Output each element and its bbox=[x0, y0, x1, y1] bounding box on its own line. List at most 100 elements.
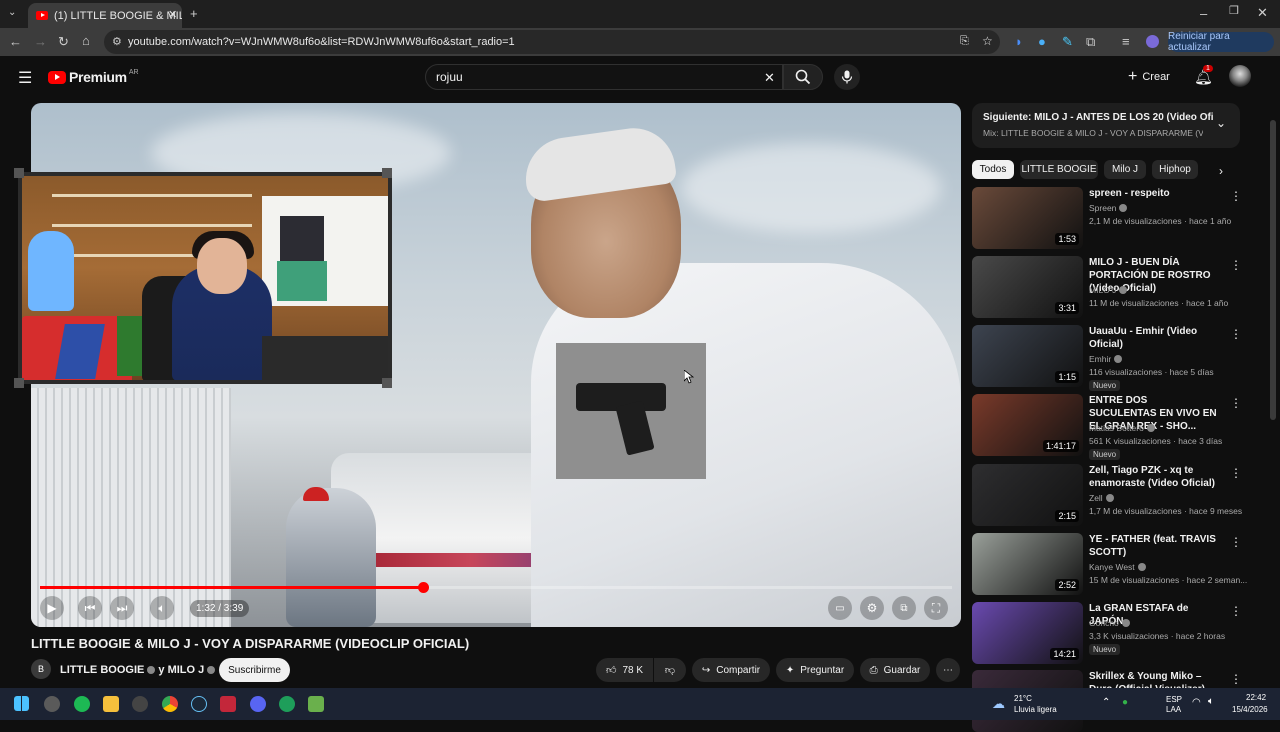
recommendation-item[interactable]: 1:41:17 ENTRE DOS SUCULENTAS EN VIVO EN E… bbox=[972, 394, 1242, 460]
like-button[interactable]: 👍︎ 78 K bbox=[596, 658, 653, 682]
keyboard-layout[interactable]: LAA bbox=[1166, 705, 1181, 714]
video-thumbnail[interactable]: 1:15 bbox=[972, 325, 1083, 387]
video-thumbnail[interactable]: 14:21 bbox=[972, 602, 1083, 664]
tray-app-icon[interactable]: ● bbox=[1122, 697, 1128, 708]
settings-gear-icon[interactable]: ⚙ bbox=[860, 596, 884, 620]
save-button[interactable]: ⎙ Guardar bbox=[860, 658, 930, 682]
install-icon[interactable]: ⎘ bbox=[960, 35, 969, 48]
reading-list-icon[interactable]: ≡ bbox=[1122, 35, 1130, 48]
browser-tab[interactable]: (1) LITTLE BOOGIE & MILO J - V ✕ bbox=[28, 3, 182, 28]
recommendation-item[interactable]: 2:15 Zell, Tiago PZK - xq te enamoraste (… bbox=[972, 464, 1242, 526]
chip-all[interactable]: Todos bbox=[972, 160, 1014, 179]
chips-next-icon[interactable]: › bbox=[1219, 164, 1223, 178]
channel-name[interactable]: Matias Bottero bbox=[1089, 423, 1155, 433]
previous-button[interactable]: ⏮ bbox=[78, 596, 102, 620]
scrollbar[interactable] bbox=[1270, 60, 1276, 680]
reload-icon[interactable]: ↻ bbox=[58, 35, 69, 48]
back-icon[interactable]: ← bbox=[9, 35, 22, 48]
weather-widget[interactable]: ☁ 21°C Lluvia ligera bbox=[992, 692, 1062, 716]
new-tab-icon[interactable]: + bbox=[190, 7, 198, 20]
subscribe-button[interactable]: Suscribirme bbox=[219, 658, 290, 682]
app-green-icon[interactable] bbox=[279, 696, 295, 712]
extensions-puzzle-icon[interactable]: ⧉ bbox=[1086, 35, 1095, 48]
volume-tray-icon[interactable]: 🔈︎ bbox=[1208, 696, 1214, 707]
close-window-icon[interactable]: ✕ bbox=[1257, 6, 1268, 19]
create-button[interactable]: + Crear bbox=[1128, 68, 1170, 86]
channel-name[interactable]: Spreen bbox=[1089, 203, 1128, 213]
playlist-panel[interactable]: Siguiente: MILO J - ANTES DE LOS 20 (Vid… bbox=[972, 103, 1240, 148]
tray-chevron-icon[interactable]: ⌃ bbox=[1102, 697, 1110, 708]
subtitles-icon[interactable]: ▭ bbox=[828, 596, 852, 620]
miniplayer-icon[interactable]: ⧉ bbox=[892, 596, 916, 620]
recommendation-item[interactable]: 2:52 YE - FATHER (feat. TRAVIS SCOTT) Kany… bbox=[972, 533, 1247, 595]
video-thumbnail[interactable]: 2:15 bbox=[972, 464, 1083, 526]
recommendation-item[interactable]: 3:31 MILO J - BUEN DÍA PORTACIÓN DE ROSTR… bbox=[972, 256, 1242, 318]
file-explorer-icon[interactable] bbox=[103, 696, 119, 712]
chrome-icon[interactable] bbox=[162, 696, 178, 712]
youtube-logo[interactable]: Premium AR bbox=[48, 69, 139, 85]
video-thumbnail[interactable]: 3:31 bbox=[972, 256, 1083, 318]
update-button[interactable]: Reiniciar para actualizar bbox=[1168, 31, 1274, 53]
chip-little-boogie[interactable]: LITTLE BOOGIE bbox=[1020, 160, 1098, 179]
channel-name[interactable]: Emhir bbox=[1089, 354, 1123, 364]
more-vertical-icon[interactable]: ⋮ bbox=[1230, 535, 1242, 549]
more-vertical-icon[interactable]: ⋮ bbox=[1230, 466, 1242, 480]
recommendation-item[interactable]: 1:53 spreen - respeito Spreen 2,1 M de visu… bbox=[972, 187, 1242, 249]
minimize-icon[interactable]: – bbox=[1200, 7, 1207, 20]
video-title[interactable]: UauaUu - Emhir (Video Oficial) bbox=[1089, 325, 1217, 351]
extension-3-icon[interactable]: ✎ bbox=[1062, 35, 1073, 48]
chip-milo-j[interactable]: Milo J bbox=[1104, 160, 1146, 179]
profile-avatar[interactable] bbox=[1146, 35, 1159, 48]
language-code[interactable]: ESP bbox=[1166, 695, 1182, 704]
recommendation-item[interactable]: 14:21 La GRAN ESTAFA de JAPÓN Goncho 3,3 K … bbox=[972, 602, 1242, 664]
channel-name[interactable]: Kanye West bbox=[1089, 562, 1146, 572]
4k-app-icon[interactable] bbox=[132, 696, 148, 712]
channel-name[interactable]: LITTLE BOOGIE bbox=[60, 664, 144, 676]
channel-name[interactable]: Goncho bbox=[1089, 618, 1130, 628]
chip-hiphop[interactable]: Hiphop bbox=[1152, 160, 1198, 179]
play-button[interactable]: ▶ bbox=[40, 596, 64, 620]
voice-search-button[interactable] bbox=[834, 64, 860, 90]
volume-icon[interactable]: 🔈︎ bbox=[150, 596, 174, 620]
channel-names[interactable]: LITTLE BOOGIE y MILO J bbox=[60, 664, 216, 676]
video-thumbnail[interactable]: 2:52 bbox=[972, 533, 1083, 595]
video-title[interactable]: Zell, Tiago PZK - xq te enamoraste (Vide… bbox=[1089, 464, 1217, 490]
channel-avatar[interactable]: B bbox=[31, 659, 51, 679]
channel-name[interactable]: Zell bbox=[1089, 493, 1114, 503]
clock-time[interactable]: 22:42 bbox=[1246, 693, 1266, 702]
clock-date[interactable]: 15/4/2026 bbox=[1232, 705, 1268, 714]
discord-icon[interactable] bbox=[250, 696, 266, 712]
more-vertical-icon[interactable]: ⋮ bbox=[1230, 396, 1242, 410]
more-actions-button[interactable]: ⋯ bbox=[936, 658, 960, 682]
wifi-icon[interactable]: ◠ bbox=[1192, 697, 1201, 708]
expand-chevron-icon[interactable]: ⌄ bbox=[1216, 116, 1226, 130]
maximize-icon[interactable]: ❐ bbox=[1229, 6, 1239, 17]
menu-icon[interactable]: ☰ bbox=[18, 68, 32, 88]
site-info-icon[interactable]: ⚙ bbox=[112, 35, 122, 48]
video-title[interactable]: spreen - respeito bbox=[1089, 187, 1217, 200]
more-vertical-icon[interactable]: ⋮ bbox=[1230, 258, 1242, 272]
video-thumbnail[interactable]: 1:53 bbox=[972, 187, 1083, 249]
video-title[interactable]: YE - FATHER (feat. TRAVIS SCOTT) bbox=[1089, 533, 1217, 559]
spotify-icon[interactable] bbox=[74, 696, 90, 712]
dislike-button[interactable]: 👎︎ bbox=[654, 658, 686, 682]
extension-2-icon[interactable]: ● bbox=[1038, 35, 1046, 48]
chrome-alt-icon[interactable] bbox=[44, 696, 60, 712]
tab-list-icon[interactable]: ⌄ bbox=[8, 8, 16, 18]
account-avatar[interactable] bbox=[1229, 65, 1251, 87]
clear-search-icon[interactable]: ✕ bbox=[764, 70, 775, 86]
recommendation-item[interactable]: 1:15 UauaUu - Emhir (Video Oficial) Emhir 1… bbox=[972, 325, 1242, 391]
channel-name[interactable]: MILO J bbox=[1089, 285, 1128, 295]
minecraft-icon[interactable] bbox=[308, 696, 324, 712]
more-vertical-icon[interactable]: ⋮ bbox=[1230, 672, 1242, 686]
search-button[interactable] bbox=[783, 64, 823, 90]
search-input[interactable]: rojuu ✕ bbox=[425, 64, 783, 90]
more-vertical-icon[interactable]: ⋮ bbox=[1230, 604, 1242, 618]
bookmark-star-icon[interactable]: ☆ bbox=[982, 34, 993, 48]
url-bar[interactable]: ⚙ youtube.com/watch?v=WJnWMW8uf6o&list=R… bbox=[104, 30, 1000, 54]
extension-1-icon[interactable]: ◗ bbox=[1015, 35, 1023, 48]
more-vertical-icon[interactable]: ⋮ bbox=[1230, 189, 1242, 203]
progress-scrubber[interactable] bbox=[418, 582, 430, 593]
notifications-button[interactable]: 🔔︎ 1 bbox=[1194, 65, 1213, 87]
home-icon[interactable]: ⌂ bbox=[82, 34, 90, 47]
